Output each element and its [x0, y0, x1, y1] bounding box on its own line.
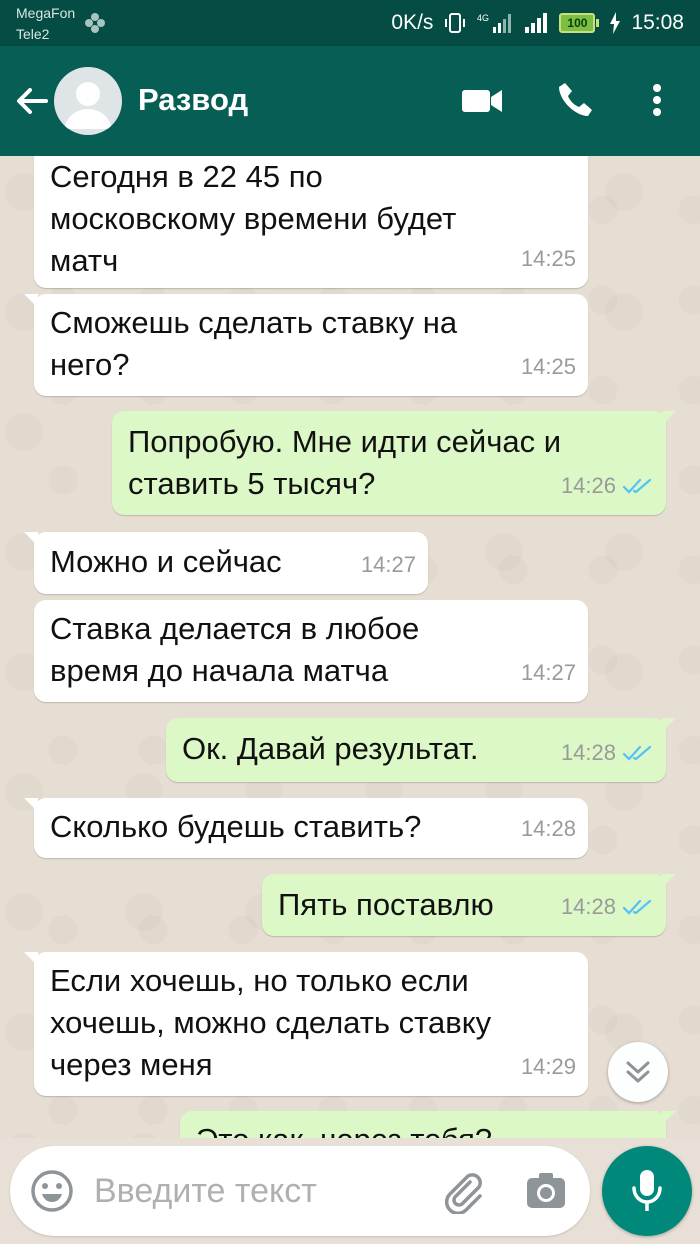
message-time: 14:27 [360, 552, 416, 577]
incoming-message[interactable]: Сегодня в 22 45 по московскому времени б… [34, 156, 588, 288]
arrow-left-icon[interactable] [12, 81, 52, 121]
battery-level: 100 [559, 13, 596, 33]
clock-label: 15:08 [631, 11, 684, 34]
outgoing-message[interactable]: Это как, через тебя? [180, 1111, 676, 1138]
charging-icon [610, 12, 621, 34]
status-right: 0K/s 4G 100 15:08 [391, 10, 684, 36]
message-time: 14:28 [520, 816, 576, 841]
network-plus-icon [85, 13, 105, 33]
svg-text:4G: 4G [477, 13, 489, 23]
paperclip-icon[interactable] [440, 1168, 486, 1214]
signal-4g-icon: 4G [477, 13, 512, 33]
outgoing-message[interactable]: Ок. Давай результат. 14:28 [166, 718, 676, 782]
compose-bar [10, 1146, 590, 1236]
incoming-message[interactable]: Можно и сейчас 14:27 [24, 532, 428, 594]
message-list[interactable]: Сегодня в 22 45 по московскому времени б… [0, 156, 700, 1138]
chat-header: Развод [0, 46, 700, 156]
carrier-1-label: MegaFon [16, 5, 76, 21]
carrier-2-label: Tele2 [16, 26, 50, 42]
scroll-to-bottom-button[interactable] [608, 1042, 668, 1102]
signal-icon [525, 13, 548, 33]
net-speed-label: 0K/s [391, 11, 434, 34]
incoming-message[interactable]: Ставка делается в любое время до начала … [34, 600, 588, 702]
message-time: 14:28 [560, 740, 616, 765]
incoming-message[interactable]: Если хочешь, но только если хочешь, можн… [24, 952, 588, 1096]
status-bar: MegaFon Tele2 0K/s 4G 100 15:08 [0, 0, 700, 46]
contact-name[interactable]: Развод [138, 82, 248, 118]
double-check-icon [622, 899, 652, 915]
outgoing-message[interactable]: Пять поставлю 14:28 [262, 874, 676, 936]
message-text: Сегодня в 22 45 по московскому времени б… [50, 159, 457, 278]
message-time: 14:25 [520, 354, 576, 379]
message-time: 14:28 [560, 894, 616, 919]
incoming-message[interactable]: Сможешь сделать ставку на него? 14:25 [24, 294, 588, 396]
incoming-message[interactable]: Сколько будешь ставить? 14:28 [24, 798, 588, 858]
double-check-icon [622, 745, 652, 761]
message-text: Ставка делается в любое время до начала … [50, 611, 420, 688]
vibrate-icon [445, 13, 466, 33]
message-time: 14:26 [560, 473, 616, 498]
message-text: Сколько будешь ставить? [50, 809, 422, 844]
message-text: Сможешь сделать ставку на него? [50, 305, 458, 382]
message-time: 14:27 [520, 660, 576, 685]
default-avatar-icon[interactable] [54, 67, 122, 135]
message-time: 14:29 [520, 1054, 576, 1079]
phone-icon[interactable] [555, 80, 595, 120]
battery-icon: 100 [559, 13, 600, 33]
camera-icon[interactable] [525, 1170, 567, 1212]
double-chevron-down-icon [626, 1061, 650, 1083]
message-text: Если хочешь, но только если хочешь, можн… [50, 963, 492, 1082]
message-input[interactable] [94, 1166, 424, 1216]
microphone-icon [632, 1170, 662, 1211]
outgoing-message[interactable]: Попробую. Мне идти сейчас и ставить 5 ты… [112, 411, 676, 515]
video-camera-icon[interactable] [460, 84, 504, 118]
message-text: Это как, через тебя? [196, 1119, 650, 1138]
smiley-icon[interactable] [30, 1169, 74, 1213]
microphone-button[interactable] [602, 1146, 692, 1236]
message-time: 14:25 [520, 246, 576, 271]
more-vertical-icon[interactable] [640, 80, 674, 120]
message-text: Можно и сейчас [50, 544, 282, 579]
double-check-icon [622, 478, 652, 494]
